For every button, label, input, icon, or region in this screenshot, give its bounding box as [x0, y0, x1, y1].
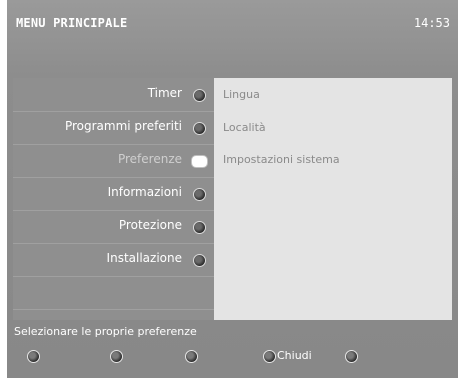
- help-text: Selezionare le proprie preferenze: [14, 325, 197, 338]
- submenu-item-lingua[interactable]: Lingua: [223, 88, 260, 101]
- menu-item-preferenze[interactable]: Preferenze: [13, 144, 214, 178]
- red-key-icon[interactable]: [27, 350, 40, 363]
- menu-item-protezione[interactable]: Protezione: [13, 210, 214, 244]
- menu-divider: [13, 276, 214, 310]
- menu-item-label: Informazioni: [107, 185, 182, 199]
- radio-button-icon: [193, 89, 206, 102]
- color-keys-bar: Chiudi: [7, 340, 458, 378]
- submenu-item-localita[interactable]: Località: [223, 121, 266, 134]
- yellow-key-icon[interactable]: [185, 350, 198, 363]
- menu-title: MENU PRINCIPALE: [16, 16, 128, 30]
- radio-button-icon: [193, 188, 206, 201]
- menu-item-label: Installazione: [106, 251, 182, 265]
- menu-item-label: Preferenze: [117, 152, 182, 166]
- menu-item-label: Protezione: [118, 218, 182, 232]
- radio-button-icon: [193, 122, 206, 135]
- header-bar: MENU PRINCIPALE 14:53: [7, 0, 458, 78]
- selected-pointer-icon: [191, 155, 208, 168]
- submenu-item-impostazioni-sistema[interactable]: Impostazioni sistema: [223, 153, 340, 166]
- clock: 14:53: [413, 16, 450, 30]
- close-label[interactable]: Chiudi: [277, 349, 312, 362]
- radio-button-icon: [193, 254, 206, 267]
- menu-item-label: Programmi preferiti: [64, 119, 182, 133]
- menu-item-installazione[interactable]: Installazione: [13, 243, 214, 277]
- tv-menu-screen: MENU PRINCIPALE 14:53 Timer Programmi pr…: [7, 0, 458, 378]
- green-key-icon[interactable]: [110, 350, 123, 363]
- submenu-panel: [214, 78, 452, 320]
- main-menu: Timer Programmi preferiti Preferenze Inf…: [13, 78, 214, 320]
- menu-item-programmi-preferiti[interactable]: Programmi preferiti: [13, 111, 214, 145]
- blue-key-icon[interactable]: [263, 350, 276, 363]
- radio-button-icon: [193, 221, 206, 234]
- menu-item-label: Timer: [147, 86, 182, 100]
- menu-item-timer[interactable]: Timer: [13, 78, 214, 112]
- menu-item-informazioni[interactable]: Informazioni: [13, 177, 214, 211]
- white-key-icon[interactable]: [345, 350, 358, 363]
